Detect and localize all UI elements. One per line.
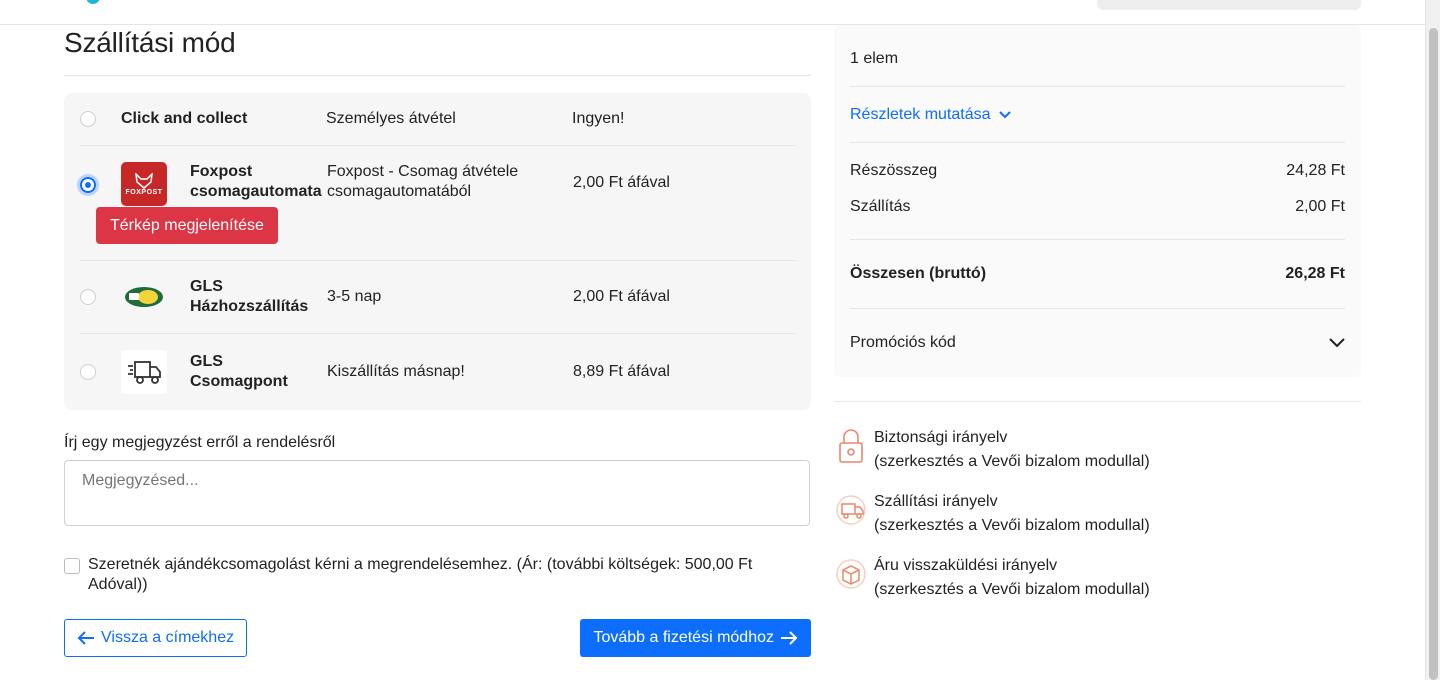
method-description: Foxpost - Csomag átvétele csomagautomatá… xyxy=(327,162,573,202)
subtotal-label: Részösszeg xyxy=(850,162,938,179)
method-description: Kiszállítás másnap! xyxy=(327,363,465,380)
trust-title[interactable]: Biztonsági irányelv xyxy=(874,426,1150,450)
shipping-value: 2,00 Ft xyxy=(1295,198,1345,215)
arrow-left-icon xyxy=(77,631,94,645)
method-name-line2: Házhozszállítás xyxy=(190,298,309,315)
method-name: GLS Házhozszállítás xyxy=(190,277,327,317)
chevron-down-icon xyxy=(1329,338,1345,348)
order-summary-sidebar: 1 elem Részletek mutatása Részösszeg 24,… xyxy=(834,25,1361,618)
method-name-line1: GLS xyxy=(190,353,223,370)
radio-click-collect[interactable] xyxy=(80,111,96,127)
trust-subtitle: (szerkesztés a Vevői bizalom modullal) xyxy=(874,581,1150,598)
back-button-label: Vissza a címekhez xyxy=(101,629,235,646)
shipping-method-gls-home[interactable]: GLS Házhozszállítás 3-5 nap 2,00 Ft áfáv… xyxy=(80,261,795,334)
show-details-label: Részletek mutatása xyxy=(850,105,991,123)
top-header xyxy=(0,0,1425,25)
method-price: 2,00 Ft áfával xyxy=(573,288,670,305)
promo-code-label: Promóciós kód xyxy=(850,334,956,351)
foxpost-logo-icon: FOXPOST xyxy=(121,162,167,206)
gift-wrap-option[interactable]: Szeretnék ajándékcsomagolást kérni a meg… xyxy=(64,555,811,595)
shipping-method-click-collect[interactable]: Click and collect Személyes átvétel Ingy… xyxy=(80,93,795,146)
trust-title[interactable]: Szállítási irányelv xyxy=(874,490,1150,514)
foxpost-logo-text: FOXPOST xyxy=(125,188,163,196)
method-name: Click and collect xyxy=(121,110,248,127)
back-to-address-button[interactable]: Vissza a címekhez xyxy=(64,619,248,657)
lock-icon xyxy=(834,426,868,466)
trust-text: Áru visszaküldési irányelv (szerkesztés … xyxy=(874,554,1150,602)
details-row: Részletek mutatása xyxy=(850,87,1345,143)
show-map-button[interactable]: Térkép megjelenítése xyxy=(96,207,278,244)
method-name-line1: GLS xyxy=(190,278,223,295)
return-box-icon xyxy=(834,554,868,594)
radio-gls-home[interactable] xyxy=(80,289,96,305)
trust-item-security: Biztonsági irányelv (szerkesztés a Vevői… xyxy=(834,426,1361,490)
scrollbar[interactable] xyxy=(1425,0,1440,680)
method-name-line2: csomagautomata xyxy=(190,183,322,200)
method-description-line2: csomagautomatából xyxy=(327,183,472,200)
gift-wrap-label: Szeretnék ajándékcsomagolást kérni a meg… xyxy=(88,556,753,593)
trust-title[interactable]: Áru visszaküldési irányelv xyxy=(874,554,1150,578)
trust-list: Biztonsági irányelv (szerkesztés a Vevői… xyxy=(834,426,1361,618)
shipping-row: Szállítás 2,00 Ft xyxy=(850,189,1345,225)
logo[interactable] xyxy=(86,0,100,4)
trust-subtitle: (szerkesztés a Vevői bizalom modullal) xyxy=(874,517,1150,534)
form-actions: Vissza a címekhez Tovább a fizetési módh… xyxy=(64,619,811,657)
shipping-method-foxpost[interactable]: FOXPOST Foxpost csomagautomata Foxpost -… xyxy=(80,146,795,261)
truck-icon xyxy=(834,490,868,530)
method-description-line1: Foxpost - Csomag átvétele xyxy=(327,163,519,180)
note-label: Írj egy megjegyzést erről a rendelésről xyxy=(64,434,336,451)
method-name: Foxpost csomagautomata xyxy=(190,162,327,202)
shipping-section: Szállítási mód Click and collect Személy… xyxy=(64,25,811,657)
divider xyxy=(834,401,1361,402)
subtotal-row: Részösszeg 24,28 Ft xyxy=(850,153,1345,189)
trust-text: Biztonsági irányelv (szerkesztés a Vevői… xyxy=(874,426,1150,474)
delivery-truck-icon xyxy=(121,350,167,394)
arrow-right-icon xyxy=(781,631,798,645)
total-label: Összesen (bruttó) xyxy=(850,265,987,282)
shipping-method-gls-point[interactable]: GLS Csomagpont Kiszállítás másnap! 8,89 … xyxy=(80,334,795,410)
continue-to-payment-button[interactable]: Tovább a fizetési módhoz xyxy=(580,619,811,657)
trust-text: Szállítási irányelv (szerkesztés a Vevői… xyxy=(874,490,1150,538)
radio-foxpost[interactable] xyxy=(80,177,96,193)
radio-gls-point[interactable] xyxy=(80,364,96,380)
items-count: 1 elem xyxy=(850,49,899,67)
trust-item-returns: Áru visszaküldési irányelv (szerkesztés … xyxy=(834,554,1361,618)
method-price: Ingyen! xyxy=(572,110,625,127)
scrollbar-thumb[interactable] xyxy=(1429,28,1438,680)
chevron-down-icon xyxy=(998,110,1011,118)
method-name-line1: Foxpost xyxy=(190,163,253,180)
items-count-row: 1 elem xyxy=(850,25,1345,87)
promo-code-toggle[interactable]: Promóciós kód xyxy=(850,309,1345,377)
method-description: 3-5 nap xyxy=(327,288,382,305)
method-price: 2,00 Ft áfával xyxy=(573,174,670,191)
trust-item-shipping: Szállítási irányelv (szerkesztés a Vevői… xyxy=(834,490,1361,554)
total-value: 26,28 Ft xyxy=(1285,265,1345,282)
order-note-input[interactable] xyxy=(64,460,810,526)
show-details-link[interactable]: Részletek mutatása xyxy=(850,106,1011,124)
method-description: Személyes átvétel xyxy=(326,110,456,127)
shipping-methods-list: Click and collect Személyes átvétel Ingy… xyxy=(64,93,811,410)
gls-logo-icon xyxy=(121,275,167,319)
method-name-line2: Csomagpont xyxy=(190,373,288,390)
next-button-label: Tovább a fizetési módhoz xyxy=(593,629,774,646)
method-price: 8,89 Ft áfával xyxy=(573,363,670,380)
subtotal-value: 24,28 Ft xyxy=(1286,162,1345,179)
gift-wrap-checkbox[interactable] xyxy=(64,558,80,574)
total-row: Összesen (bruttó) 26,28 Ft xyxy=(850,240,1345,309)
page-title: Szállítási mód xyxy=(64,27,811,76)
cart-summary: 1 elem Részletek mutatása Részösszeg 24,… xyxy=(834,25,1361,377)
totals-block: Részösszeg 24,28 Ft Szállítás 2,00 Ft xyxy=(850,143,1345,240)
shipping-label: Szállítás xyxy=(850,198,911,215)
trust-subtitle: (szerkesztés a Vevői bizalom modullal) xyxy=(874,453,1150,470)
header-search[interactable] xyxy=(1097,0,1361,10)
method-name: GLS Csomagpont xyxy=(190,352,327,392)
